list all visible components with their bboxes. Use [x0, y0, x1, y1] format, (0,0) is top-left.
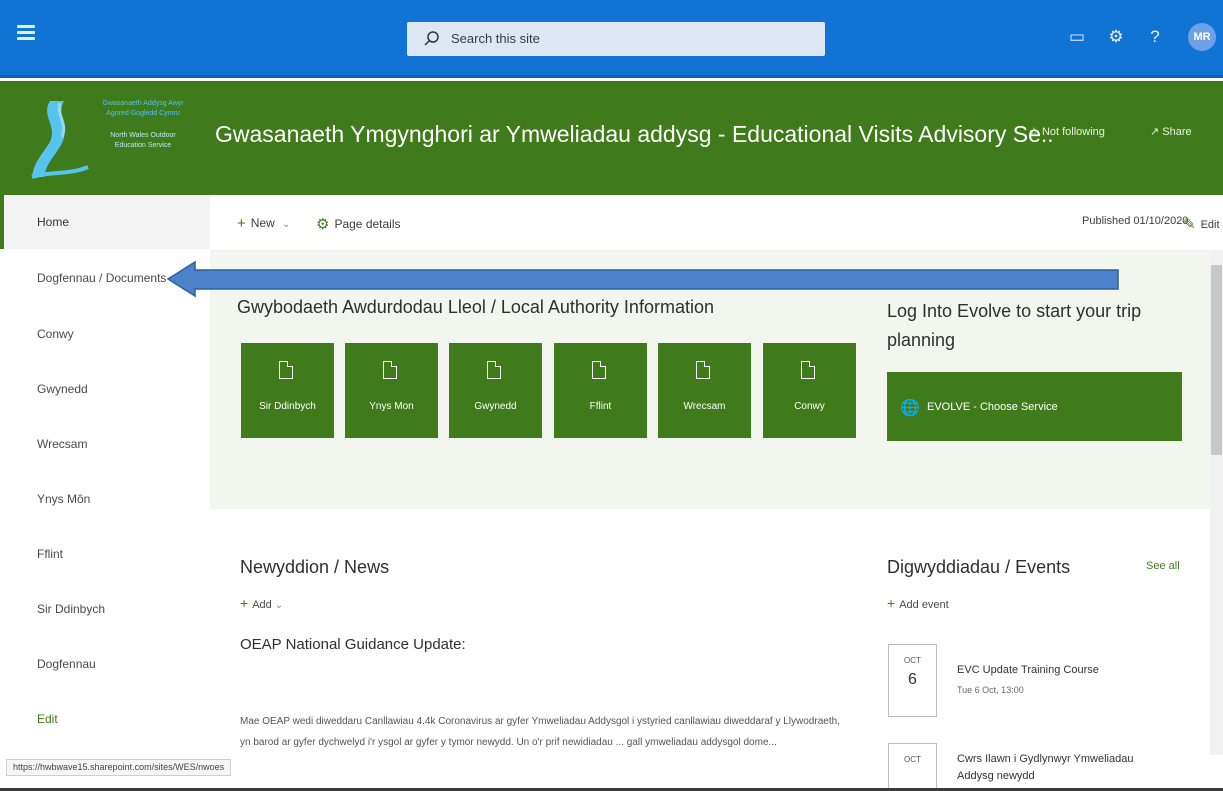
settings-gear-icon[interactable]: ⚙ [1103, 24, 1129, 50]
document-icon [592, 361, 606, 379]
scrollbar-thumb[interactable] [1211, 265, 1222, 455]
star-icon: ☆ [1029, 126, 1039, 138]
nav-item-sir-ddinbych[interactable]: Sir Ddinbych [0, 582, 210, 636]
published-date: Published 01/10/2020 [1082, 215, 1189, 227]
globe-icon: 🌐 [900, 400, 920, 417]
nav-edit-link[interactable]: Edit [0, 692, 210, 746]
nav-item-conwy[interactable]: Conwy [0, 307, 210, 361]
search-placeholder: Search this site [451, 31, 540, 46]
event-date-badge[interactable]: OCT [888, 743, 937, 791]
event-month: OCT [904, 656, 921, 665]
river-logo-icon [31, 101, 89, 179]
event-date-badge[interactable]: OCT 6 [888, 644, 937, 717]
page-details-button[interactable]: ⚙ Page details [316, 215, 401, 233]
nav-item-documents[interactable]: Dogfennau / Documents [0, 251, 210, 305]
logo-text-english-2: Education Service [114, 142, 172, 149]
tile-label: Fflint [589, 401, 612, 412]
share-button[interactable]: ↗ Share [1150, 125, 1192, 138]
document-icon [487, 361, 501, 379]
site-header: Gwasanaeth Addysg Awyr Agored Gogledd Cy… [0, 81, 1223, 195]
nav-item-gwynedd[interactable]: Gwynedd [0, 362, 210, 416]
share-label: Share [1162, 126, 1192, 138]
logo-text-welsh-2: Agored Gogledd Cymru [106, 110, 180, 117]
add-label: Add [252, 599, 272, 611]
tile-label: Wrecsam [683, 401, 726, 412]
la-info-heading: Gwybodaeth Awdurdodau Lleol / Local Auth… [237, 297, 714, 317]
events-heading: Digwyddiadau / Events [887, 557, 1071, 577]
plus-icon: + [237, 215, 246, 232]
site-logo[interactable]: Gwasanaeth Addysg Awyr Agored Gogledd Cy… [30, 89, 200, 189]
nav-item-ynys-mon[interactable]: Ynys Môn [0, 472, 210, 526]
evolve-label: EVOLVE - Choose Service [927, 401, 1058, 413]
avatar[interactable]: MR [1188, 23, 1216, 51]
help-icon[interactable]: ? [1142, 24, 1168, 50]
document-icon [801, 361, 815, 379]
nav-item-dogfennau[interactable]: Dogfennau [0, 637, 210, 691]
plus-icon: + [887, 595, 896, 611]
gear-icon: ⚙ [316, 216, 330, 233]
edit-label: Edit [1200, 219, 1220, 231]
command-bar: + New ⌄ ⚙ Page details Published 01/10/202… [210, 195, 1223, 251]
edit-button[interactable]: ✎ Edit [1183, 215, 1220, 233]
event-title[interactable]: Cwrs Ilawn i Gydlynwyr Ymweliadau Addysg… [957, 751, 1157, 785]
link-status-url: https://hwbwave15.sharepoint.com/sites/W… [6, 759, 232, 776]
tile-sir-ddinbych[interactable]: Sir Ddinbych [241, 343, 334, 438]
event-title[interactable]: EVC Update Training Course [957, 662, 1157, 679]
share-icon: ↗ [1150, 126, 1160, 138]
event-month: OCT [904, 755, 921, 764]
event-time: Tue 6 Oct, 13:00 [957, 685, 1024, 695]
see-all-link[interactable]: See all [1146, 560, 1180, 572]
pencil-icon: ✎ [1183, 216, 1196, 233]
chevron-down-icon: ⌄ [282, 219, 291, 230]
news-article-body: Mae OEAP wedi diweddaru Canllawiau 4.4k … [240, 716, 840, 748]
add-news-button[interactable]: + Add ⌄ [240, 595, 283, 611]
logo-text-english-1: North Wales Outdoor [110, 132, 176, 139]
suite-bar: Search this site ▭ ⚙ ? MR [0, 0, 1223, 78]
tile-fflint[interactable]: Fflint [554, 343, 647, 438]
add-event-button[interactable]: + Add event [887, 595, 949, 611]
left-navigation: Home Dogfennau / Documents Conwy Gwynedd… [0, 195, 210, 755]
logo-text-welsh-1: Gwasanaeth Addysg Awyr [102, 100, 184, 107]
tile-ynys-mon[interactable]: Ynys Mon [345, 343, 438, 438]
tile-gwynedd[interactable]: Gwynedd [449, 343, 542, 438]
tile-conwy[interactable]: Conwy [763, 343, 856, 438]
page-details-label: Page details [334, 217, 401, 231]
search-icon [424, 31, 439, 46]
tile-label: Ynys Mon [369, 401, 414, 412]
new-label: New [250, 216, 275, 230]
event-day: 6 [908, 671, 917, 688]
chevron-down-icon: ⌄ [274, 600, 284, 611]
site-title[interactable]: Gwasanaeth Ymgynghori ar Ymweliadau addy… [215, 121, 1054, 148]
hero-section: Gwybodaeth Awdurdodau Lleol / Local Auth… [210, 251, 1210, 509]
tile-label: Conwy [794, 401, 825, 412]
search-box[interactable]: Search this site [407, 22, 825, 56]
new-button[interactable]: + New ⌄ [237, 215, 291, 232]
add-event-label: Add event [899, 599, 949, 611]
app-launcher-icon[interactable] [14, 22, 40, 48]
plus-icon: + [240, 595, 249, 611]
news-heading: Newyddion / News [240, 557, 390, 577]
tile-label: Gwynedd [474, 401, 517, 412]
news-article-title[interactable]: OEAP National Guidance Update: [240, 636, 466, 653]
document-icon [383, 361, 397, 379]
evolve-heading: Log Into Evolve to start your trip plann… [887, 301, 1142, 350]
tile-wrecsam[interactable]: Wrecsam [658, 343, 751, 438]
follow-button[interactable]: ☆ Not following [1029, 125, 1105, 138]
nav-item-fflint[interactable]: Fflint [0, 527, 210, 581]
document-icon [696, 361, 710, 379]
nav-item-wrecsam[interactable]: Wrecsam [0, 417, 210, 471]
nav-item-home[interactable]: Home [0, 195, 210, 249]
document-icon [279, 361, 293, 379]
chat-icon[interactable]: ▭ [1064, 24, 1090, 50]
tile-label: Sir Ddinbych [259, 401, 316, 412]
follow-label: Not following [1041, 126, 1105, 138]
evolve-link-button[interactable]: 🌐 EVOLVE - Choose Service [887, 372, 1182, 441]
